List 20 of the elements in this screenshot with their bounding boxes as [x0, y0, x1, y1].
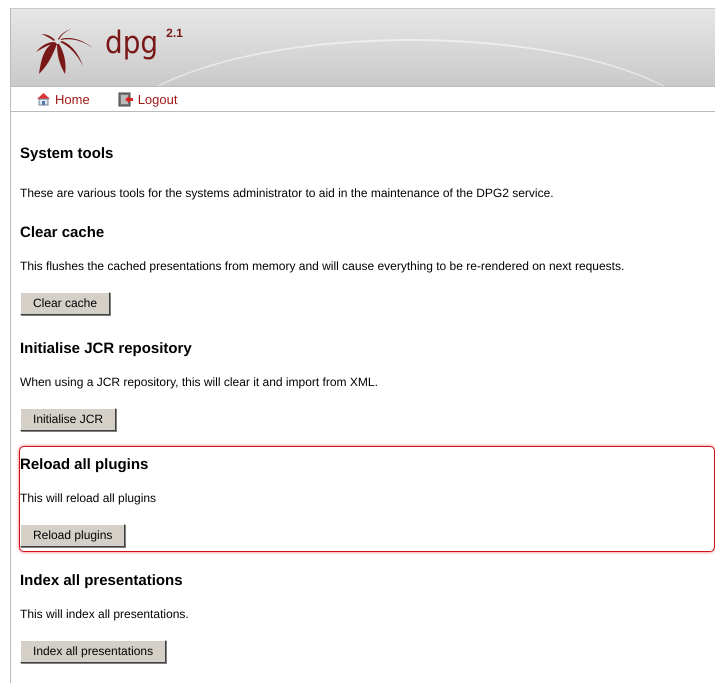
- action-button[interactable]: Initialise JCR: [20, 408, 116, 431]
- nav-link[interactable]: Home: [36, 92, 90, 106]
- action-button[interactable]: Index all presentations: [20, 640, 166, 663]
- section-heading: Clear cache: [20, 223, 106, 243]
- section-heading: Index all presentations: [20, 571, 184, 591]
- section-description: This will index all presentations.: [20, 606, 190, 622]
- action-button[interactable]: Clear cache: [20, 292, 110, 315]
- section-description: When using a JCR repository, this will clear it and import from XML.: [20, 374, 379, 390]
- nav-link[interactable]: Logout: [118, 92, 178, 106]
- logo-text: dpg: [105, 28, 158, 59]
- section-description: This will reload all plugins: [20, 490, 158, 506]
- version-label: 2.1: [166, 26, 183, 40]
- intro-text: These are various tools for the systems administrator to aid in the maintenance of the DPG2 service.: [20, 186, 555, 200]
- section-heading: Reload all plugins: [20, 455, 150, 475]
- section-heading: Initialise JCR repository: [20, 339, 193, 359]
- house-icon: [36, 92, 51, 106]
- action-button[interactable]: Reload plugins: [20, 524, 126, 547]
- page-title: System tools: [20, 144, 114, 164]
- door-icon: [118, 92, 134, 106]
- section-description: This flushes the cached presentations from memory and will cause everything to be re-rendered on next requests.: [20, 258, 626, 274]
